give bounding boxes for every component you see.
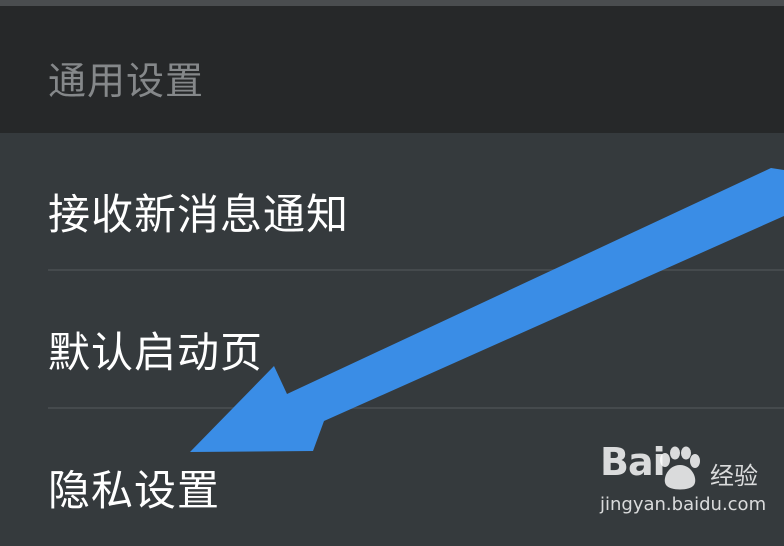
setting-item-new-message-notification[interactable]: 接收新消息通知 xyxy=(0,133,784,270)
setting-item-label: 默认启动页 xyxy=(48,328,264,377)
settings-header: 通用设置 xyxy=(0,6,784,133)
baidu-jingyan-watermark: Bai 经验 jingyan.baidu.com xyxy=(598,440,778,522)
setting-item-label: 接收新消息通知 xyxy=(48,190,350,239)
page-title: 通用设置 xyxy=(48,59,205,103)
watermark-suffix: 经验 xyxy=(710,462,758,490)
setting-item-label: 隐私设置 xyxy=(48,466,221,515)
baidu-paw-icon xyxy=(660,446,700,490)
setting-item-default-start-page[interactable]: 默认启动页 xyxy=(0,271,784,408)
watermark-url: jingyan.baidu.com xyxy=(600,494,767,515)
